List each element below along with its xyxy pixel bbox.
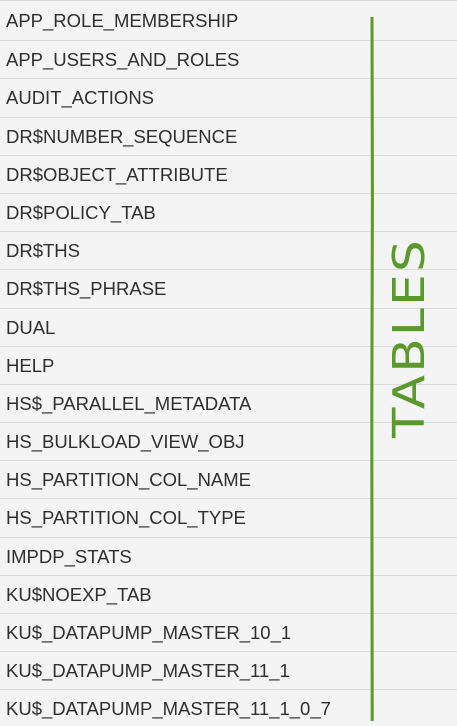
table-row[interactable]: HS_PARTITION_COL_TYPE (0, 499, 457, 538)
table-row[interactable]: IMPDP_STATS (0, 538, 457, 576)
table-row[interactable]: DR$OBJECT_ATTRIBUTE (0, 156, 457, 194)
table-row[interactable]: KU$_DATAPUMP_MASTER_11_1 (0, 652, 457, 691)
table-row[interactable]: KU$_DATAPUMP_MASTER_10_1 (0, 614, 457, 653)
table-row[interactable]: AUDIT_ACTIONS (0, 79, 457, 118)
annotation-bracket (370, 17, 374, 721)
table-row[interactable]: DR$NUMBER_SEQUENCE (0, 118, 457, 156)
table-list-panel: APP_ROLE_MEMBERSHIP APP_USERS_AND_ROLES AU… (0, 0, 457, 726)
annotation-tables-label: TABLES (384, 238, 435, 439)
table-row[interactable]: DR$POLICY_TAB (0, 194, 457, 233)
table-row[interactable]: KU$NOEXP_TAB (0, 576, 457, 614)
table-row[interactable]: KU$_DATAPUMP_MASTER_11_1_0_7 (0, 690, 457, 726)
table-row[interactable]: HS_PARTITION_COL_NAME (0, 461, 457, 500)
table-row[interactable]: APP_ROLE_MEMBERSHIP (0, 3, 457, 42)
table-row[interactable]: APP_USERS_AND_ROLES (0, 41, 457, 80)
annotation-text: TABLES (384, 238, 435, 439)
